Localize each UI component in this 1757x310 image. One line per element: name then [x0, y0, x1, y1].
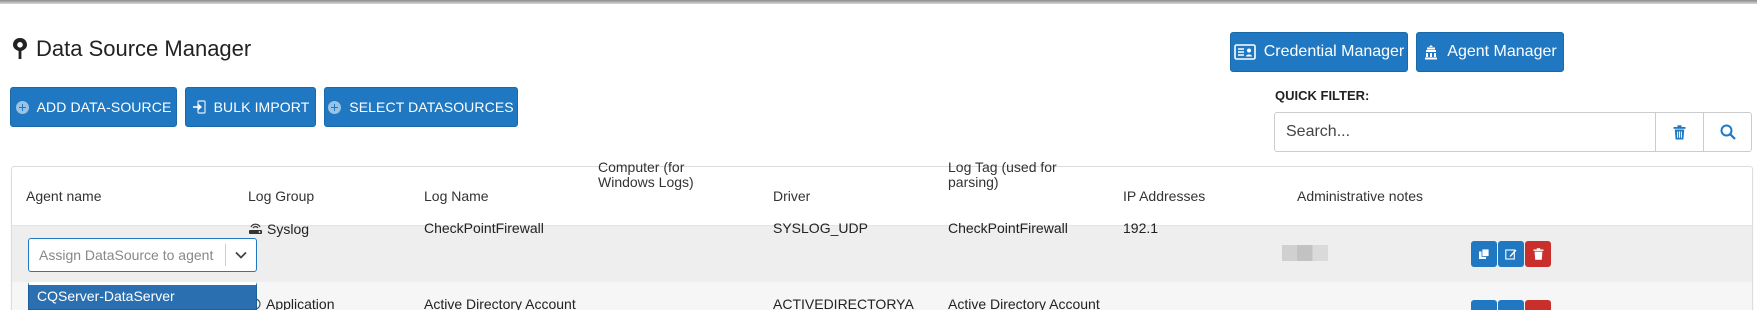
select-datasources-label: SELECT DATASOURCES	[349, 99, 514, 115]
log-name-cell: CheckPointFirewall	[424, 220, 544, 236]
copy-icon	[1479, 248, 1490, 259]
driver-cell: ACTIVEDIRECTORYA	[773, 296, 914, 310]
log-group-cell: Syslog	[248, 220, 309, 238]
agent-option[interactable]: CQServer-DataServer	[28, 282, 257, 310]
column-header-admin-notes: Administrative notes	[1297, 188, 1424, 204]
id-card-icon	[1233, 44, 1256, 60]
column-header-agent-name: Agent name	[26, 188, 102, 204]
log-group-text: Syslog	[267, 221, 310, 237]
edit-button[interactable]	[1498, 300, 1524, 310]
agent-select-placeholder: Assign DataSource to agent	[39, 247, 214, 263]
copy-button[interactable]	[1471, 300, 1497, 310]
log-name-cell: Active Directory Account	[424, 296, 576, 310]
driver-cell: SYSLOG_UDP	[773, 220, 868, 236]
copy-button[interactable]	[1471, 241, 1497, 267]
log-group-cell: Application	[248, 296, 335, 310]
agent-manager-label: Agent Manager	[1447, 43, 1557, 60]
credential-manager-button[interactable]: Credential Manager	[1230, 32, 1408, 72]
bulk-import-button[interactable]: BULK IMPORT	[185, 87, 316, 127]
quick-filter-label: QUICK FILTER:	[1275, 88, 1370, 103]
add-datasource-label: ADD DATA-SOURCE	[36, 99, 172, 115]
agent-manager-button[interactable]: Agent Manager	[1416, 32, 1564, 72]
search-icon	[1720, 124, 1736, 140]
column-header-log-tag: Log Tag (used for parsing)	[948, 159, 1057, 190]
chevron-down-icon[interactable]	[226, 251, 256, 259]
log-group-text: Application	[266, 296, 335, 310]
column-header-log-name: Log Name	[424, 188, 489, 204]
agent-building-icon	[1425, 45, 1438, 60]
log-tag-cell: Active Directory Account	[948, 296, 1100, 310]
edit-icon	[1505, 249, 1517, 260]
top-border	[0, 0, 1757, 4]
log-tag-cell: CheckPointFirewall	[948, 220, 1068, 236]
column-header-computer: Computer (for Windows Logs)	[598, 159, 694, 190]
redacted-ip	[1282, 245, 1328, 261]
page-title: Data Source Manager	[36, 36, 252, 61]
delete-icon	[1533, 248, 1543, 260]
delete-button[interactable]	[1525, 241, 1551, 267]
syslog-icon	[249, 223, 262, 234]
select-datasources-button[interactable]: SELECT DATASOURCES	[324, 87, 518, 127]
search-button[interactable]	[1703, 113, 1751, 151]
quick-filter	[1274, 112, 1752, 152]
plus-circle-icon	[15, 100, 29, 114]
add-datasource-button[interactable]: ADD DATA-SOURCE	[10, 87, 177, 127]
delete-button[interactable]	[1525, 300, 1551, 310]
search-input[interactable]	[1275, 113, 1655, 151]
plus-circle-icon	[328, 100, 342, 114]
ip-address-cell: 192.1	[1123, 220, 1159, 236]
map-pin-icon	[13, 38, 27, 59]
clear-filter-button[interactable]	[1655, 113, 1703, 151]
edit-button[interactable]	[1498, 241, 1524, 267]
column-header-ip-addresses: IP Addresses	[1123, 188, 1206, 204]
column-header-log-group: Log Group	[248, 188, 315, 204]
import-icon	[192, 100, 206, 114]
trash-icon	[1673, 124, 1686, 139]
column-header-driver: Driver	[773, 188, 811, 204]
agent-select[interactable]: Assign DataSource to agent	[28, 238, 257, 272]
bulk-import-label: BULK IMPORT	[213, 99, 310, 115]
page-header: Data Source Manager	[12, 36, 251, 62]
credential-manager-label: Credential Manager	[1263, 43, 1405, 60]
